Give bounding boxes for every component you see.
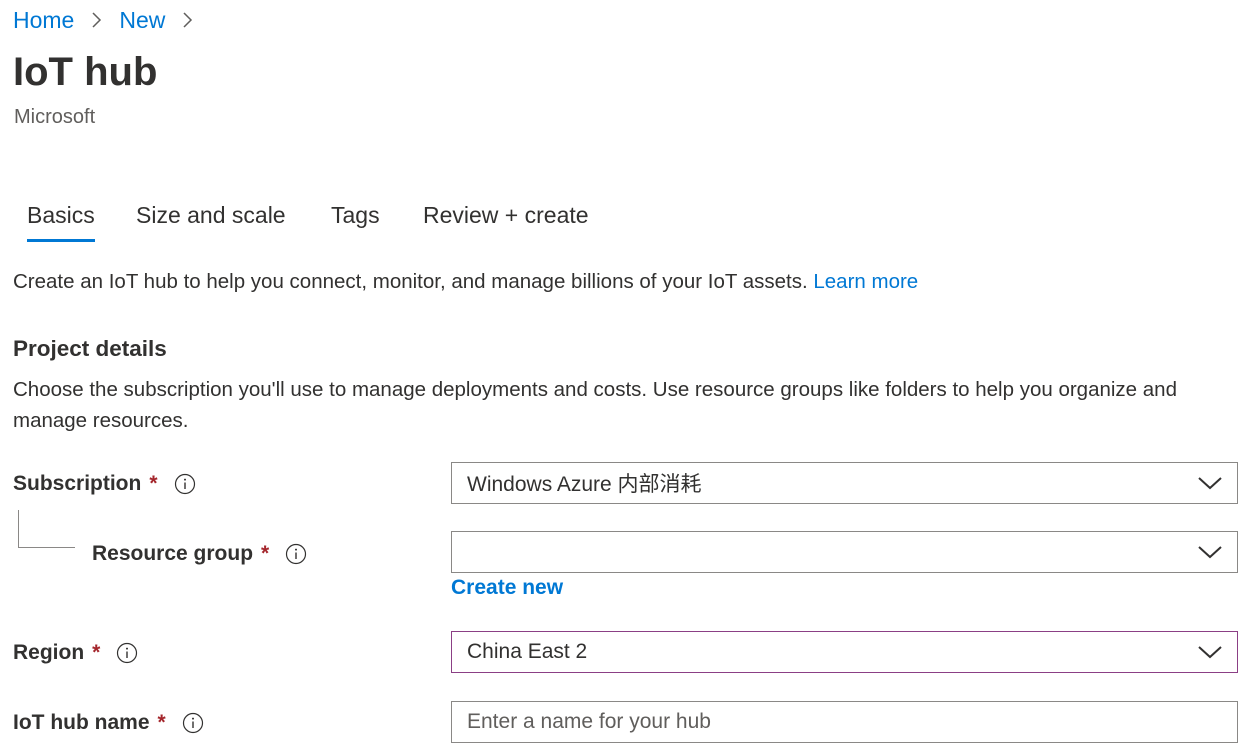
learn-more-link[interactable]: Learn more <box>813 270 918 293</box>
required-indicator: * <box>92 641 101 664</box>
tab-review-create[interactable]: Review + create <box>423 198 589 246</box>
publisher-label: Microsoft <box>14 106 96 128</box>
region-dropdown[interactable]: China East 2 <box>451 631 1238 673</box>
subscription-label-text: Subscription <box>13 472 142 495</box>
hub-name-label: IoT hub name * <box>13 705 204 741</box>
breadcrumb-home-link[interactable]: Home <box>13 7 74 34</box>
hub-name-label-text: IoT hub name <box>13 711 150 734</box>
intro-description: Create an IoT hub to help you connect, m… <box>13 270 808 293</box>
subscription-dropdown[interactable]: Windows Azure 内部消耗 <box>451 462 1238 504</box>
chevron-down-icon <box>1198 646 1222 659</box>
resource-group-dropdown[interactable] <box>451 531 1238 573</box>
chevron-right-icon <box>92 12 102 28</box>
chevron-right-icon <box>183 12 193 28</box>
chevron-down-icon <box>1198 546 1222 559</box>
region-label: Region * <box>13 635 138 671</box>
section-description: Choose the subscription you'll use to ma… <box>13 378 1177 432</box>
intro-text: Create an IoT hub to help you connect, m… <box>13 270 918 294</box>
region-value: China East 2 <box>467 640 588 663</box>
create-new-resource-group-link[interactable]: Create new <box>451 576 563 600</box>
hub-name-input[interactable] <box>451 701 1238 743</box>
page-title: IoT hub <box>13 50 158 94</box>
chevron-down-icon <box>1198 477 1222 490</box>
breadcrumb-new-link[interactable]: New <box>119 7 165 34</box>
info-icon[interactable] <box>174 473 196 495</box>
required-indicator: * <box>157 711 166 734</box>
resource-group-label-text: Resource group <box>92 542 254 565</box>
tab-tags[interactable]: Tags <box>331 198 380 246</box>
required-indicator: * <box>149 472 158 495</box>
tab-size-and-scale[interactable]: Size and scale <box>136 198 286 246</box>
breadcrumb: Home New <box>13 4 210 36</box>
info-icon[interactable] <box>116 642 138 664</box>
tab-basics[interactable]: Basics <box>27 198 95 246</box>
tab-bar: Basics Size and scale Tags Review + crea… <box>0 198 700 246</box>
info-icon[interactable] <box>182 712 204 734</box>
tree-connector <box>18 510 75 548</box>
info-icon[interactable] <box>285 543 307 565</box>
section-heading-project-details: Project details <box>13 336 167 361</box>
subscription-label: Subscription * <box>13 466 196 502</box>
resource-group-label: Resource group * <box>92 536 307 572</box>
region-label-text: Region <box>13 641 85 664</box>
required-indicator: * <box>261 542 270 565</box>
subscription-value: Windows Azure 内部消耗 <box>467 473 702 496</box>
